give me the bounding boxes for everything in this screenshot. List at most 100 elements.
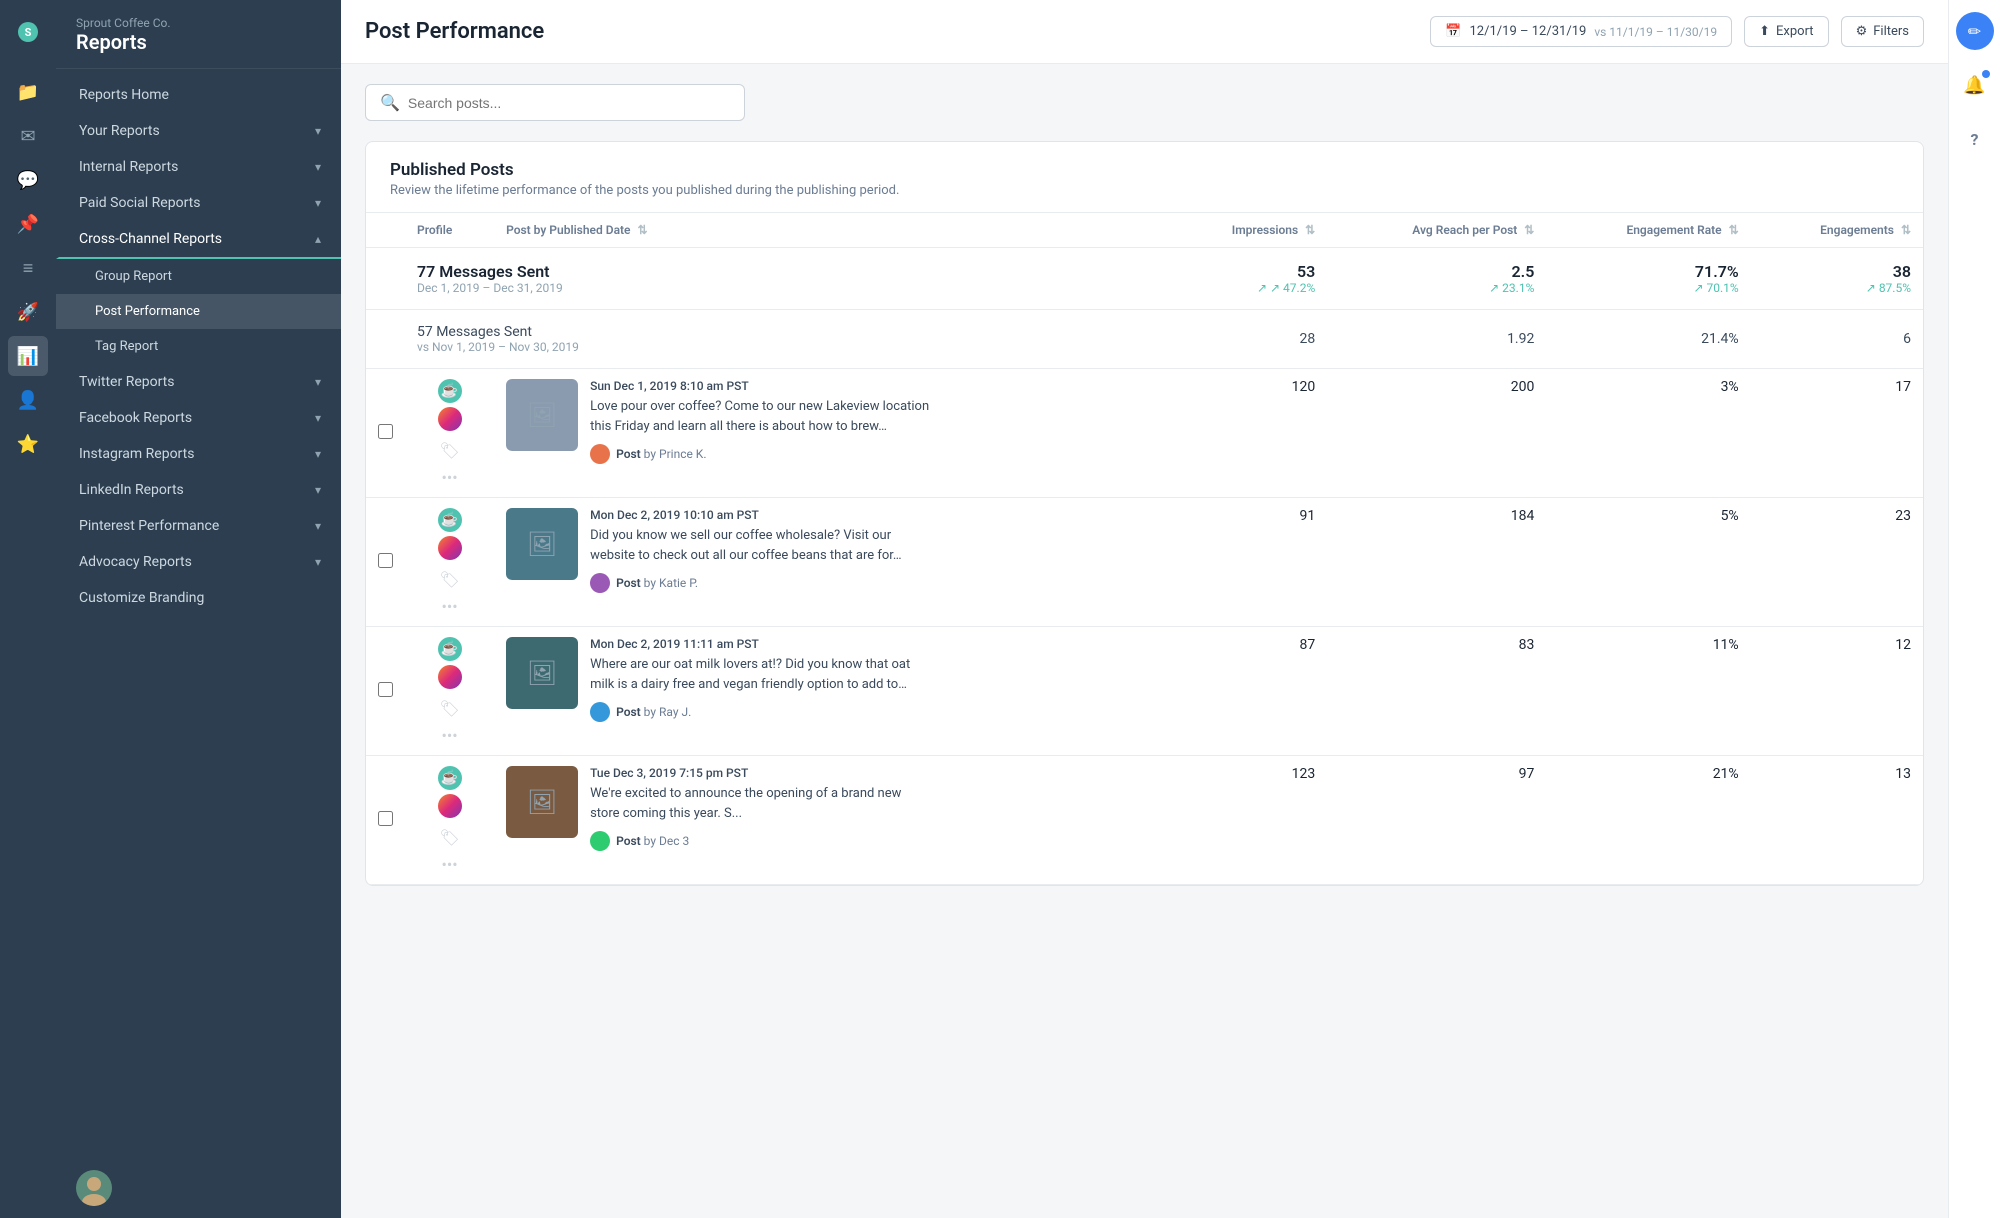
messages-icon[interactable]: 💬 — [8, 160, 48, 200]
post-time: Tue Dec 3, 2019 7:15 pm PST — [590, 766, 930, 780]
compare-impressions: 28 — [1178, 331, 1315, 347]
social-icons: ☕ 🏷 ••• — [417, 637, 482, 745]
table-row: ☕ 🏷 ••• 🖼 Mon Dec 2, 2019 11:11 am PST W… — [366, 627, 1923, 756]
post-author: Post by Katie P. — [590, 573, 930, 593]
help-icon[interactable]: ? — [1956, 120, 1994, 158]
chevron-down-icon: ▾ — [315, 124, 321, 138]
instagram-icon — [438, 407, 462, 431]
sidebar-item-instagram-reports[interactable]: Instagram Reports ▾ — [56, 436, 341, 472]
inbox-icon[interactable]: ✉ — [8, 116, 48, 156]
post-text: Love pour over coffee? Come to our new L… — [590, 397, 930, 436]
svg-text:S: S — [25, 26, 32, 39]
tag-icon[interactable]: 🏷 — [439, 699, 459, 718]
publish-icon[interactable]: 🚀 — [8, 292, 48, 332]
chevron-down-icon: ▾ — [315, 483, 321, 497]
row-checkbox[interactable] — [378, 553, 393, 568]
row-checkbox-cell[interactable] — [366, 498, 405, 627]
row-checkbox-cell[interactable] — [366, 627, 405, 756]
sidebar-item-linkedin-reports[interactable]: LinkedIn Reports ▾ — [56, 472, 341, 508]
sidebar-item-advocacy-reports[interactable]: Advocacy Reports ▾ — [56, 544, 341, 580]
tag-icon[interactable]: 🏷 — [439, 441, 459, 460]
compare-date-range: vs Nov 1, 2019 – Nov 30, 2019 — [417, 340, 1154, 354]
listening-icon[interactable]: 👤 — [8, 380, 48, 420]
sidebar-item-pinterest-performance[interactable]: Pinterest Performance ▾ — [56, 508, 341, 544]
post-content-wrap: 🖼 Sun Dec 1, 2019 8:10 am PST Love pour … — [506, 379, 1154, 464]
coffee-icon: ☕ — [438, 766, 462, 790]
sidebar-item-group-report[interactable]: Group Report — [56, 259, 341, 294]
page-title: Post Performance — [365, 19, 1418, 44]
brand-icon[interactable]: S — [8, 12, 48, 52]
row-checkbox[interactable] — [378, 424, 393, 439]
instagram-icon — [438, 536, 462, 560]
more-options-icon[interactable]: ••• — [441, 855, 457, 874]
tag-icon[interactable]: 🏷 — [439, 570, 459, 589]
sidebar-item-customize-branding[interactable]: Customize Branding — [56, 580, 341, 616]
col-engagement-rate[interactable]: Engagement Rate ⇅ — [1546, 213, 1750, 248]
sidebar-item-your-reports[interactable]: Your Reports ▾ — [56, 113, 341, 149]
chevron-down-icon: ▾ — [315, 196, 321, 210]
calendar-icon: 📅 — [1445, 24, 1461, 39]
search-input[interactable] — [408, 95, 730, 111]
compare-range-text: vs 11/1/19 – 11/30/19 — [1594, 25, 1717, 39]
post-author: Post by Prince K. — [590, 444, 930, 464]
right-rail: ✏ 🔔 ? — [1948, 0, 2000, 1218]
search-icon: 🔍 — [380, 93, 400, 112]
post-thumbnail: 🖼 — [506, 637, 578, 709]
author-text: Post by Prince K. — [616, 447, 706, 461]
export-button[interactable]: ⬆ Export — [1744, 16, 1828, 47]
reports-icon[interactable]: 📊 — [8, 336, 48, 376]
tag-icon[interactable]: 🏷 — [439, 828, 459, 847]
sidebar-item-post-performance[interactable]: Post Performance — [56, 294, 341, 329]
summary-avg-reach-delta: ↗ 23.1% — [1339, 281, 1534, 295]
more-options-icon[interactable]: ••• — [441, 726, 457, 745]
post-meta: Mon Dec 2, 2019 11:11 am PST Where are o… — [590, 637, 930, 722]
folder-icon[interactable]: 📁 — [8, 72, 48, 112]
row-checkbox-cell[interactable] — [366, 369, 405, 498]
author-text: Post by Katie P. — [616, 576, 698, 590]
notifications-icon[interactable]: 🔔 — [1956, 66, 1994, 104]
sidebar-header: Sprout Coffee Co. Reports — [56, 0, 341, 69]
sidebar-item-paid-social-reports[interactable]: Paid Social Reports ▾ — [56, 185, 341, 221]
more-options-icon[interactable]: ••• — [441, 597, 457, 616]
compare-engagement-rate: 21.4% — [1558, 331, 1738, 347]
row-icons-cell: ☕ 🏷 ••• — [405, 756, 494, 885]
sidebar-title: Reports — [76, 30, 321, 54]
post-time: Sun Dec 1, 2019 8:10 am PST — [590, 379, 930, 393]
col-impressions[interactable]: Impressions ⇅ — [1166, 213, 1327, 248]
row-checkbox-cell[interactable] — [366, 756, 405, 885]
row-icons-cell: ☕ 🏷 ••• — [405, 627, 494, 756]
col-avg-reach[interactable]: Avg Reach per Post ⇅ — [1327, 213, 1546, 248]
compose-button[interactable]: ✏ — [1956, 12, 1994, 50]
row-icons-cell: ☕ 🏷 ••• — [405, 498, 494, 627]
more-options-icon[interactable]: ••• — [441, 468, 457, 487]
row-checkbox[interactable] — [378, 682, 393, 697]
post-content-wrap: 🖼 Mon Dec 2, 2019 11:11 am PST Where are… — [506, 637, 1154, 722]
sidebar-item-twitter-reports[interactable]: Twitter Reports ▾ — [56, 364, 341, 400]
advocacy-icon[interactable]: ⭐ — [8, 424, 48, 464]
sort-icon: ⇅ — [1305, 223, 1315, 237]
row-engagements: 17 — [1751, 369, 1923, 498]
col-profile: Profile — [405, 213, 494, 248]
main-area: Post Performance 📅 12/1/19 – 12/31/19 vs… — [341, 0, 1948, 1218]
sort-icon: ⇅ — [1729, 223, 1739, 237]
filters-button[interactable]: ⚙ Filters — [1841, 16, 1924, 47]
sidebar-item-internal-reports[interactable]: Internal Reports ▾ — [56, 149, 341, 185]
col-post-date[interactable]: Post by Published Date ⇅ — [494, 213, 1166, 248]
author-text: Post by Dec 3 — [616, 834, 689, 848]
chevron-down-icon: ▾ — [315, 160, 321, 174]
sidebar-item-facebook-reports[interactable]: Facebook Reports ▾ — [56, 400, 341, 436]
social-icons: ☕ 🏷 ••• — [417, 508, 482, 616]
date-range-button[interactable]: 📅 12/1/19 – 12/31/19 vs 11/1/19 – 11/30/… — [1430, 16, 1732, 47]
tasks-icon[interactable]: ≡ — [8, 248, 48, 288]
export-icon: ⬆ — [1759, 24, 1770, 39]
sidebar-item-reports-home[interactable]: Reports Home — [56, 77, 341, 113]
sidebar-item-cross-channel-reports[interactable]: Cross-Channel Reports ▴ — [56, 221, 341, 259]
sidebar-item-tag-report[interactable]: Tag Report — [56, 329, 341, 364]
user-avatar[interactable] — [76, 1170, 112, 1206]
pin-icon[interactable]: 📌 — [8, 204, 48, 244]
col-engagements[interactable]: Engagements ⇅ — [1751, 213, 1923, 248]
social-icons: ☕ 🏷 ••• — [417, 766, 482, 874]
row-impressions: 91 — [1166, 498, 1327, 627]
row-checkbox[interactable] — [378, 811, 393, 826]
post-thumbnail: 🖼 — [506, 766, 578, 838]
